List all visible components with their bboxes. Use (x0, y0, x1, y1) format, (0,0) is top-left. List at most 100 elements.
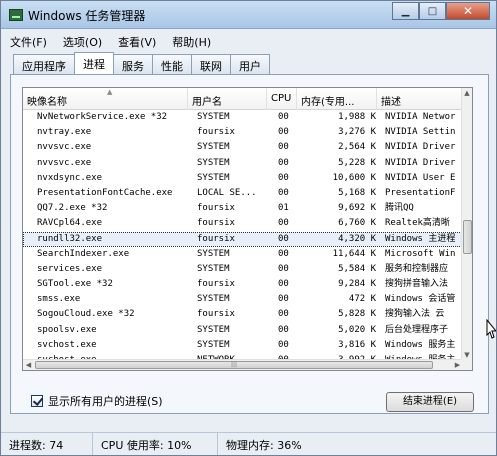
scroll-left-icon[interactable]: ◀ (23, 360, 34, 370)
process-name-cell: QQ7.2.exe *32 (37, 203, 108, 214)
table-row[interactable]: nvvsvc.exe SYSTEM 00 2,564 K NVIDIA Driver (23, 140, 464, 155)
description-cell: Realtek高清晰 (385, 218, 450, 229)
cpu-cell: 00 (278, 279, 289, 290)
user-name-cell: foursix (197, 279, 235, 290)
description-cell: NVIDIA User E (385, 172, 456, 183)
table-row[interactable]: smss.exe SYSTEM 00 472 K Windows 会话管 (23, 292, 464, 307)
process-name-cell: spoolsv.exe (37, 324, 97, 335)
table-row[interactable]: services.exe SYSTEM 00 5,584 K 服务和控制器应 (23, 262, 464, 277)
memory-cell: 3,276 K (338, 127, 376, 138)
user-name-cell: LOCAL SE... (197, 187, 257, 198)
tab-services[interactable]: 服务 (113, 54, 153, 74)
description-cell: Windows 服务主 (385, 339, 456, 350)
process-name-cell: SGTool.exe *32 (37, 279, 113, 290)
column-user-name[interactable]: 用户名 (188, 88, 267, 110)
end-process-button[interactable]: 结束进程(E) (386, 392, 474, 412)
vertical-scrollbar[interactable]: ▲ ▼ (461, 88, 472, 361)
table-row[interactable]: RAVCpl64.exe foursix 00 6,760 K Realtek高清晰 (23, 216, 464, 231)
process-name-cell: nvxdsync.exe (37, 172, 103, 183)
maximize-button[interactable]: □ (419, 2, 446, 20)
column-image-name[interactable]: ▲ 映像名称 (23, 88, 188, 110)
status-cpu-usage: CPU 使用率: 10% (93, 433, 218, 455)
memory-cell: 10,600 K (332, 172, 376, 183)
description-cell: NVIDIA Networ (385, 112, 456, 122)
window-controls: ▁ □ ✕ (392, 2, 490, 20)
menu-file[interactable]: 文件(F) (9, 33, 48, 51)
process-name-cell: smss.exe (37, 294, 81, 305)
sort-up-icon: ▲ (107, 88, 113, 96)
memory-cell: 11,644 K (332, 248, 376, 259)
table-row[interactable]: svchost.exe SYSTEM 00 3,816 K Windows 服务主 (23, 338, 464, 353)
vertical-scroll-thumb[interactable] (463, 220, 472, 254)
tab-strip: 应用程序 进程 服务 性能 联网 用户 (13, 52, 270, 74)
table-row[interactable]: nvtray.exe foursix 00 3,276 K NVIDIA Settin (23, 125, 464, 140)
table-row[interactable]: rundll32.exe foursix 00 4,320 K Windows 主进程 (23, 231, 464, 247)
cpu-cell: 00 (278, 172, 289, 183)
table-row[interactable]: nvxdsync.exe SYSTEM 00 10,600 K NVIDIA User … (23, 171, 464, 186)
show-all-users-checkbox[interactable] (31, 395, 43, 407)
cpu-cell: 00 (278, 324, 289, 335)
close-button[interactable]: ✕ (446, 2, 490, 20)
process-name-cell: PresentationFontCache.exe (37, 187, 173, 198)
horizontal-scroll-thumb[interactable]: ||| (35, 361, 433, 369)
user-name-cell: foursix (197, 218, 235, 229)
table-row[interactable]: spoolsv.exe SYSTEM 00 5,020 K 后台处理程序子 (23, 323, 464, 338)
user-name-cell: SYSTEM (197, 263, 230, 274)
memory-cell: 5,584 K (338, 263, 376, 274)
memory-cell: 5,020 K (338, 324, 376, 335)
cpu-cell: 00 (278, 157, 289, 168)
scroll-up-icon[interactable]: ▲ (462, 88, 472, 99)
user-name-cell: foursix (197, 203, 235, 214)
table-row[interactable]: SGTool.exe *32 foursix 00 9,284 K 搜狗拼音输入法 (23, 277, 464, 292)
process-name-cell: rundll32.exe (37, 233, 103, 244)
description-cell: PresentationF (385, 187, 456, 198)
memory-cell: 9,692 K (338, 203, 376, 214)
tab-users[interactable]: 用户 (230, 54, 270, 74)
table-row[interactable]: SearchIndexer.exe SYSTEM 00 11,644 K Microso… (23, 247, 464, 262)
user-name-cell: foursix (197, 309, 235, 320)
cpu-cell: 00 (278, 233, 289, 244)
tab-networking[interactable]: 联网 (191, 54, 231, 74)
table-row[interactable]: SogouCloud.exe *32 foursix 00 5,828 K 搜狗输入法 … (23, 307, 464, 322)
cpu-cell: 01 (278, 203, 289, 214)
show-all-users-option[interactable]: 显示所有用户的进程(S) (31, 393, 163, 409)
memory-cell: 3,816 K (338, 339, 376, 350)
resize-cursor-icon (486, 319, 496, 339)
horizontal-scrollbar[interactable]: ◀ ||| ▶ (23, 359, 463, 370)
column-description[interactable]: 描述 (377, 88, 464, 110)
cpu-cell: 00 (278, 187, 289, 198)
table-header: ▲ 映像名称 用户名 CPU 内存(专用... 描述 (23, 88, 464, 110)
scroll-corner (461, 359, 472, 370)
cpu-cell: 00 (278, 127, 289, 138)
table-row[interactable]: NvNetworkService.exe *32 SYSTEM 00 1,988 K N… (23, 110, 464, 125)
memory-cell: 4,320 K (338, 233, 376, 244)
table-row[interactable]: PresentationFontCache.exe LOCAL SE... 00 5,… (23, 186, 464, 201)
menu-options[interactable]: 选项(O) (62, 33, 103, 51)
tab-processes[interactable]: 进程 (74, 52, 114, 74)
table-row[interactable]: QQ7.2.exe *32 foursix 01 9,692 K 腾讯QQ (23, 201, 464, 216)
process-name-cell: nvtray.exe (37, 127, 92, 138)
process-name-cell: svchost.exe (37, 339, 97, 350)
user-name-cell: foursix (197, 233, 235, 244)
process-name-cell: services.exe (37, 263, 103, 274)
memory-cell: 5,828 K (338, 309, 376, 320)
cpu-cell: 00 (278, 112, 289, 122)
process-list[interactable]: ▲ 映像名称 用户名 CPU 内存(专用... 描述 NvNetworkServ… (22, 87, 473, 371)
title-bar[interactable]: Windows 任务管理器 ▁ □ ✕ (1, 1, 496, 29)
menu-view[interactable]: 查看(V) (117, 33, 157, 51)
menu-help[interactable]: 帮助(H) (171, 33, 212, 51)
cpu-cell: 00 (278, 339, 289, 350)
status-physical-memory: 物理内存: 36% (226, 439, 302, 452)
user-name-cell: SYSTEM (197, 172, 230, 183)
column-cpu[interactable]: CPU (267, 88, 297, 110)
tab-applications[interactable]: 应用程序 (13, 54, 75, 74)
process-name-cell: RAVCpl64.exe (37, 218, 103, 229)
tab-performance[interactable]: 性能 (152, 54, 192, 74)
minimize-button[interactable]: ▁ (392, 2, 419, 20)
process-name-cell: NvNetworkService.exe *32 (37, 112, 168, 122)
description-cell: 搜狗拼音输入法 (385, 279, 449, 290)
column-memory[interactable]: 内存(专用... (297, 88, 377, 110)
table-row[interactable]: nvvsvc.exe SYSTEM 00 5,228 K NVIDIA Driver (23, 156, 464, 171)
task-manager-window: Windows 任务管理器 ▁ □ ✕ 文件(F) 选项(O) 查看(V) 帮助… (0, 0, 497, 456)
status-process-count: 进程数: 74 (1, 433, 93, 455)
